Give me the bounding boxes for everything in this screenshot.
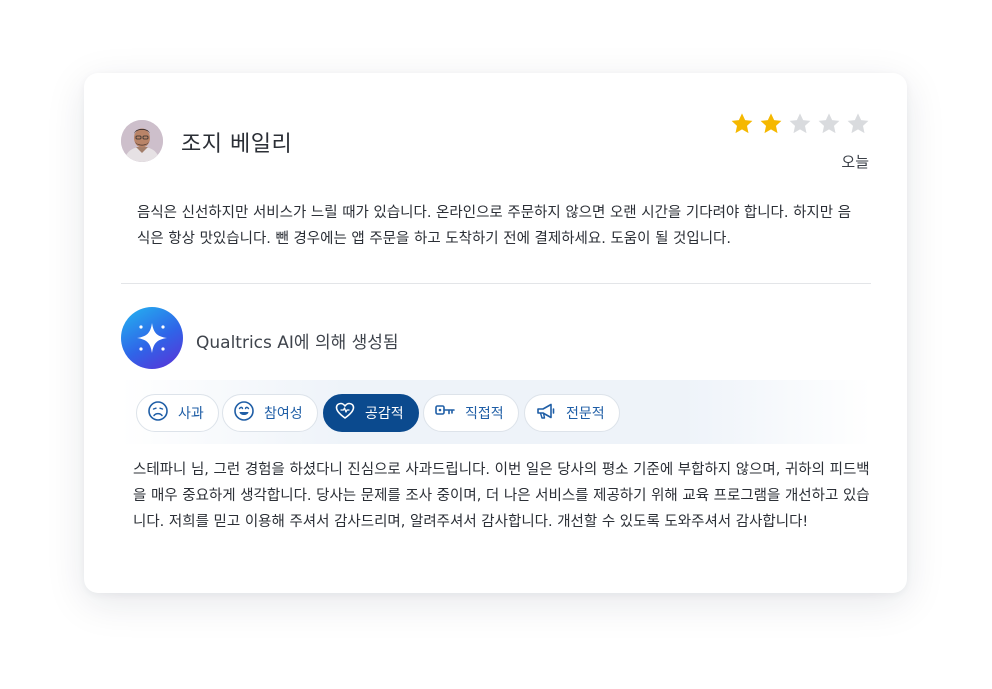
- sad-face-icon: [147, 400, 178, 426]
- tone-chip-label: 공감적: [365, 406, 404, 422]
- review-card: 조지 베일리 오늘 음식은 신선하지만 서비스가 느릴 때가 있습니다. 온라인…: [84, 73, 907, 593]
- tone-chip-empathetic[interactable]: 공감적: [323, 394, 419, 432]
- tone-chip-apology[interactable]: 사과: [136, 394, 219, 432]
- star-filled-icon: [729, 111, 755, 137]
- ai-response-text: 스테파니 님, 그런 경험을 하셨다니 진심으로 사과드립니다. 이번 일은 당…: [133, 462, 870, 530]
- reviewer-name: 조지 베일리: [181, 132, 293, 157]
- tone-chip-engaging[interactable]: 참여성: [222, 394, 318, 432]
- star-filled-icon: [758, 111, 784, 137]
- tone-chip-label: 전문적: [566, 406, 605, 422]
- tone-chip-label: 사과: [178, 406, 204, 422]
- tone-chip-professional[interactable]: 전문적: [524, 394, 620, 432]
- heart-icon: [334, 400, 365, 426]
- star-empty-icon: [816, 111, 842, 137]
- ai-sparkle-icon: [121, 307, 183, 369]
- review-text: 음식은 신선하지만 서비스가 느릴 때가 있습니다. 온라인으로 주문하지 않으…: [137, 205, 852, 247]
- reviewer-avatar: [121, 120, 163, 162]
- ai-generated-label: Qualtrics AI에 의해 생성됨: [196, 333, 399, 353]
- laughing-face-icon: [233, 400, 264, 426]
- tone-chip-label: 참여성: [264, 406, 303, 422]
- key-icon: [434, 400, 465, 426]
- star-rating: [729, 111, 871, 137]
- tone-chip-direct[interactable]: 직접적: [423, 394, 519, 432]
- megaphone-icon: [535, 400, 566, 426]
- star-empty-icon: [787, 111, 813, 137]
- star-empty-icon: [845, 111, 871, 137]
- divider: [121, 283, 871, 284]
- tone-chip-label: 직접적: [465, 406, 504, 422]
- review-date: 오늘: [841, 153, 869, 171]
